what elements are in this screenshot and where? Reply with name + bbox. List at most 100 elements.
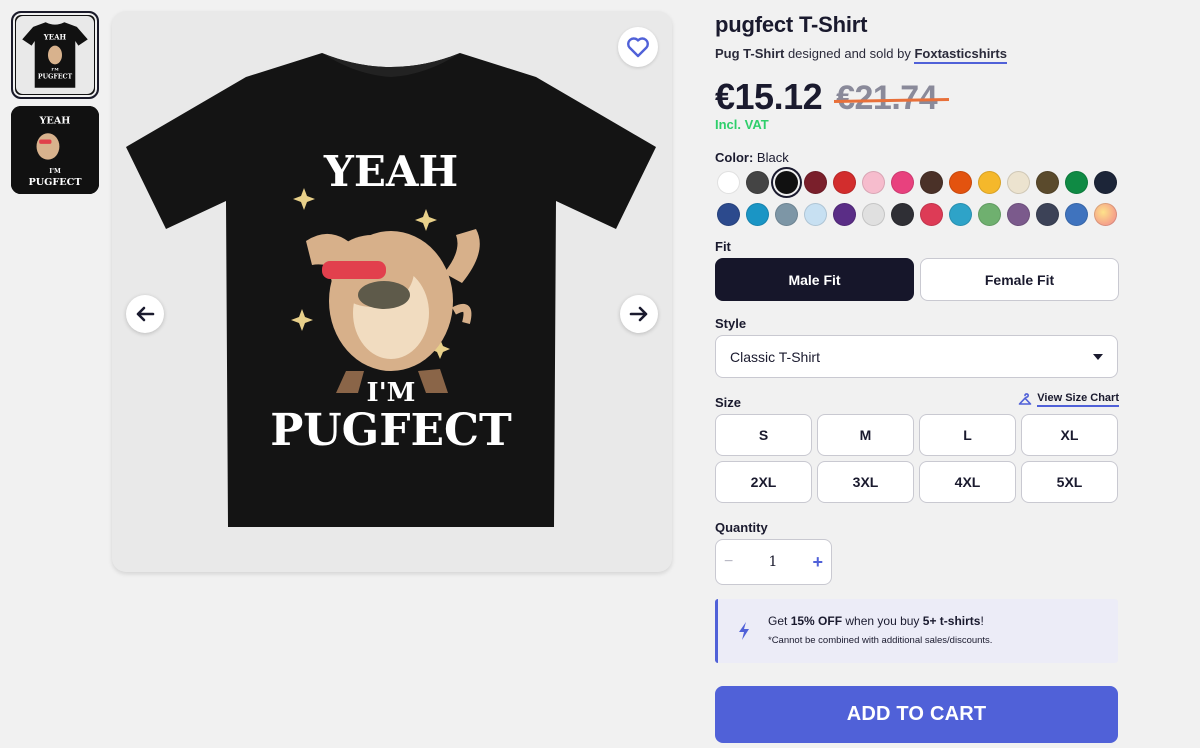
size-options: S M L XL 2XL 3XL 4XL 5XL (715, 414, 1118, 503)
next-image-button[interactable] (620, 295, 658, 333)
selected-color: Black (756, 150, 789, 165)
promo-mid: when you buy (842, 614, 923, 628)
color-swatch[interactable] (833, 171, 856, 194)
quantity-stepper: − 1 + (715, 539, 832, 585)
size-label: Size (715, 395, 742, 410)
artwork-line1: YEAH (323, 147, 458, 196)
promo-discount: 15% OFF (790, 614, 843, 628)
original-price: €21.74 (836, 79, 938, 117)
size-button-5xl[interactable]: 5XL (1021, 461, 1118, 503)
size-button-xl[interactable]: XL (1021, 414, 1118, 456)
promo-note: *Cannot be combined with additional sale… (768, 635, 993, 646)
color-swatch[interactable] (717, 203, 740, 226)
product-type-link[interactable]: Pug T-Shirt (715, 46, 784, 61)
color-swatch[interactable] (920, 203, 943, 226)
color-swatch[interactable] (862, 203, 885, 226)
size-button-m[interactable]: M (817, 414, 914, 456)
color-swatch[interactable] (1094, 203, 1117, 226)
thumbnail-shirt[interactable]: YEAH I'M PUGFECT (11, 11, 99, 99)
product-gallery: YEAH I'M PUGFECT (112, 11, 672, 572)
color-swatch[interactable] (804, 203, 827, 226)
color-swatch[interactable] (746, 171, 769, 194)
fit-male-button[interactable]: Male Fit (715, 258, 914, 301)
lightning-icon (739, 622, 749, 640)
quantity-decrease-button[interactable]: − (724, 553, 733, 571)
color-swatch[interactable] (1036, 203, 1059, 226)
size-chart-text: View Size Chart (1037, 392, 1119, 407)
color-label: Color: Black (715, 150, 789, 165)
heart-icon (627, 37, 649, 58)
artwork-line2: I'M (367, 378, 416, 408)
color-swatch[interactable] (1065, 171, 1088, 194)
color-swatch[interactable] (949, 203, 972, 226)
promo-qty: 5+ t-shirts (922, 614, 981, 628)
size-button-l[interactable]: L (919, 414, 1016, 456)
add-to-cart-button[interactable]: ADD TO CART (715, 686, 1118, 743)
size-button-3xl[interactable]: 3XL (817, 461, 914, 503)
quantity-value[interactable]: 1 (768, 554, 777, 570)
svg-text:I'M: I'M (51, 67, 59, 72)
style-select[interactable]: Classic T-Shirt (715, 335, 1118, 378)
design-thumbnail-graphic: YEAH I'M PUGFECT (11, 106, 99, 194)
color-swatch[interactable] (1007, 203, 1030, 226)
size-button-4xl[interactable]: 4XL (919, 461, 1016, 503)
artist-link[interactable]: Foxtasticshirts (914, 46, 1007, 64)
thumbnail-design-image: YEAH I'M PUGFECT (11, 106, 99, 194)
size-button-2xl[interactable]: 2XL (715, 461, 812, 503)
product-title: pugfect T-Shirt (715, 12, 868, 37)
style-label: Style (715, 316, 747, 331)
size-button-s[interactable]: S (715, 414, 812, 456)
size-chart-link[interactable]: View Size Chart (1018, 392, 1119, 407)
color-swatch[interactable] (1094, 171, 1117, 194)
promo-text: Get 15% OFF when you buy 5+ t-shirts! (768, 614, 984, 628)
color-swatch[interactable] (978, 171, 1001, 194)
color-swatch[interactable] (978, 203, 1001, 226)
caret-down-icon (1093, 354, 1103, 360)
current-price: €15.12 (715, 76, 823, 117)
arrow-left-icon (136, 306, 155, 322)
price-block: €15.12 €21.74 (715, 76, 938, 118)
color-swatch[interactable] (862, 171, 885, 194)
thumbnail-design[interactable]: YEAH I'M PUGFECT (11, 106, 99, 194)
product-byline: Pug T-Shirt designed and sold by Foxtast… (715, 46, 1007, 64)
fit-female-button[interactable]: Female Fit (920, 258, 1119, 301)
color-swatch[interactable] (949, 171, 972, 194)
byline-text: designed and sold by (784, 46, 915, 61)
color-swatch[interactable] (717, 171, 740, 194)
color-swatch[interactable] (833, 203, 856, 226)
artwork-line3: PUGFECT (270, 405, 512, 456)
favorite-button[interactable] (618, 27, 658, 67)
quantity-label: Quantity (715, 520, 768, 535)
color-swatch[interactable] (1065, 203, 1088, 226)
color-swatch[interactable] (891, 171, 914, 194)
promo-banner: Get 15% OFF when you buy 5+ t-shirts! *C… (715, 599, 1118, 663)
color-swatch[interactable] (891, 203, 914, 226)
svg-text:YEAH: YEAH (43, 32, 67, 41)
quantity-increase-button[interactable]: + (812, 552, 823, 573)
svg-text:YEAH: YEAH (39, 116, 71, 127)
swatch-row (717, 171, 1117, 194)
thumbnail-shirt-image: YEAH I'M PUGFECT (16, 16, 94, 94)
promo-pre: Get (768, 614, 791, 628)
color-swatch[interactable] (1007, 171, 1030, 194)
color-swatch[interactable] (1036, 171, 1059, 194)
previous-image-button[interactable] (126, 295, 164, 333)
color-swatch[interactable] (746, 203, 769, 226)
hanger-icon (1018, 392, 1032, 405)
vat-note: Incl. VAT (715, 117, 769, 132)
svg-text:I'M: I'M (49, 168, 61, 175)
color-label-text: Color: (715, 150, 754, 165)
style-select-value: Classic T-Shirt (730, 348, 820, 365)
svg-text:PUGFECT: PUGFECT (38, 73, 73, 80)
color-swatch[interactable] (775, 171, 798, 194)
shirt-thumbnail-graphic: YEAH I'M PUGFECT (22, 22, 88, 88)
color-swatch[interactable] (804, 171, 827, 194)
color-swatches (717, 171, 1117, 235)
arrow-right-icon (629, 306, 648, 322)
color-swatch[interactable] (920, 171, 943, 194)
tshirt-image: YEAH I'M PUGFECT (126, 53, 656, 527)
svg-text:PUGFECT: PUGFECT (28, 177, 82, 188)
fit-options: Male Fit Female Fit (715, 258, 1119, 301)
color-swatch[interactable] (775, 203, 798, 226)
swatch-row (717, 203, 1117, 226)
